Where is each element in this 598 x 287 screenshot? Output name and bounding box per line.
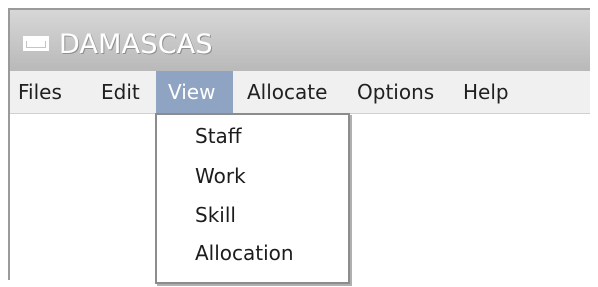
application-window: DAMASCAS Files Edit View Allocate Option…: [8, 8, 590, 284]
menu-options[interactable]: Options: [357, 71, 434, 113]
window-icon: [23, 36, 49, 51]
menu-edit[interactable]: Edit: [101, 71, 140, 113]
window-title: DAMASCAS: [59, 29, 213, 60]
menu-files[interactable]: Files: [18, 71, 62, 113]
view-menu-item-work[interactable]: Work: [195, 159, 246, 193]
title-bar[interactable]: DAMASCAS: [10, 10, 590, 72]
menu-view[interactable]: View: [156, 71, 233, 113]
view-dropdown-menu: Staff Work Skill Allocation: [155, 113, 350, 284]
view-menu-item-staff[interactable]: Staff: [195, 119, 242, 153]
view-menu-item-allocation[interactable]: Allocation: [195, 236, 294, 270]
menu-allocate[interactable]: Allocate: [247, 71, 327, 113]
menu-help[interactable]: Help: [463, 71, 509, 113]
menu-bar: Files Edit View Allocate Options Help: [10, 71, 590, 114]
view-menu-item-skill[interactable]: Skill: [195, 198, 236, 232]
